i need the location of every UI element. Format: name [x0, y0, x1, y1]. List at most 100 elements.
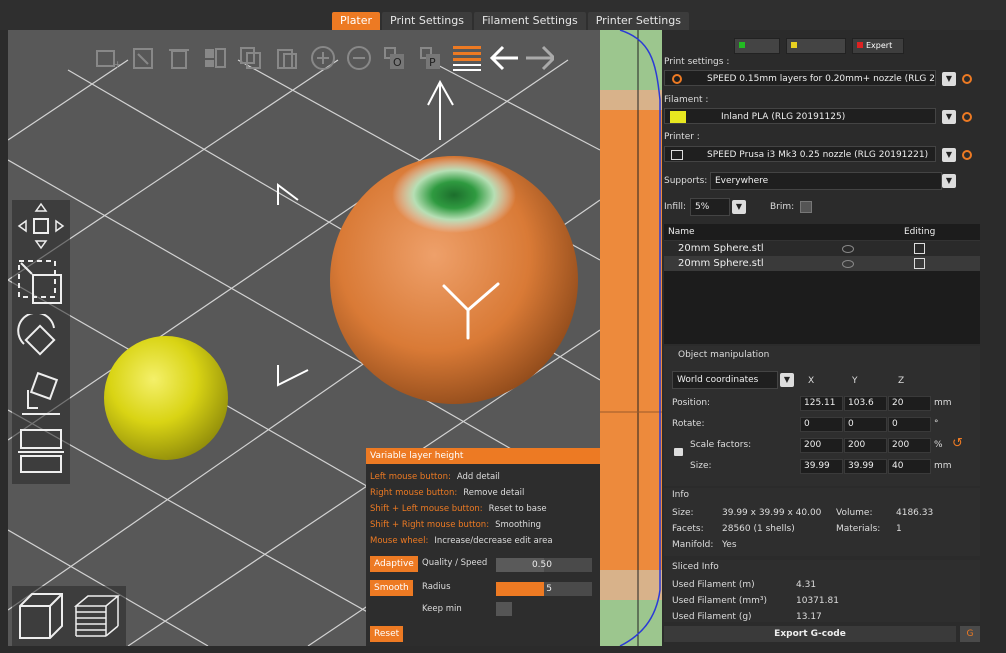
print-settings-gear-icon: [672, 74, 682, 84]
position-y-input[interactable]: 103.6: [844, 396, 887, 411]
size-label: Size:: [690, 461, 712, 471]
chevron-down-icon[interactable]: ▼: [942, 72, 956, 86]
brim-label: Brim:: [770, 202, 795, 212]
undo-icon[interactable]: [488, 43, 518, 73]
preview-layers-icon[interactable]: [72, 590, 122, 646]
layer-height-profile[interactable]: [600, 30, 662, 646]
yellow-sphere[interactable]: [104, 336, 228, 460]
edit-icon[interactable]: [914, 243, 925, 254]
mode-expert-button[interactable]: Expert: [852, 38, 904, 54]
gizmo-toolbar: [12, 200, 70, 484]
axis-z-label: Z: [898, 376, 905, 386]
scale-y-input[interactable]: 200: [844, 438, 887, 453]
copy-icon[interactable]: [236, 43, 266, 73]
move-icon[interactable]: [16, 202, 66, 252]
axis-x-label: X: [808, 376, 815, 386]
chevron-down-icon[interactable]: ▼: [942, 148, 956, 162]
split-objects-icon[interactable]: O: [380, 43, 410, 73]
radius-label: Radius: [422, 582, 451, 592]
info-volume-value: 4186.33: [896, 508, 934, 518]
quality-slider[interactable]: 0.50: [496, 558, 592, 572]
info-materials-label: Materials:: [836, 524, 881, 534]
layers-editing-icon[interactable]: [452, 43, 482, 73]
quality-label: Quality / Speed: [422, 558, 488, 568]
arrange-icon[interactable]: [200, 43, 230, 73]
top-toolbar: + O P: [92, 36, 572, 80]
vlh-title: Variable layer height: [366, 448, 600, 464]
3d-view-icon[interactable]: [16, 590, 66, 646]
eye-icon[interactable]: [842, 260, 854, 268]
object-list: Name Editing 20mm Sphere.stl 20mm Sphere.…: [664, 224, 980, 344]
sliced-row-value: 4.31: [796, 580, 817, 590]
cut-icon[interactable]: [16, 426, 66, 476]
gear-icon[interactable]: [962, 74, 972, 84]
chevron-down-icon[interactable]: ▼: [780, 373, 794, 387]
delete-all-icon[interactable]: [164, 43, 194, 73]
vlh-hint: Mouse wheel: Increase/decrease edit area: [370, 536, 553, 546]
place-on-face-icon[interactable]: [16, 370, 66, 420]
redo-icon[interactable]: [524, 43, 554, 73]
lock-icon[interactable]: [674, 448, 683, 456]
position-x-input[interactable]: 125.11: [800, 396, 843, 411]
send-gcode-button[interactable]: G: [960, 626, 980, 642]
brim-checkbox[interactable]: [800, 201, 812, 213]
rotate-z-input[interactable]: 0: [888, 417, 931, 432]
scale-x-input[interactable]: 200: [800, 438, 843, 453]
rotate-icon[interactable]: [16, 311, 66, 364]
print-settings-combo[interactable]: SPEED 0.15mm layers for 0.20mm+ nozzle (…: [664, 70, 936, 86]
list-item[interactable]: 20mm Sphere.stl: [664, 256, 980, 271]
eye-icon[interactable]: [842, 245, 854, 253]
chevron-down-icon[interactable]: ▼: [942, 174, 956, 188]
edit-icon[interactable]: [914, 258, 925, 269]
svg-text:P: P: [429, 56, 436, 69]
filament-combo[interactable]: Inland PLA (RLG 20191125): [664, 108, 936, 124]
chevron-down-icon[interactable]: ▼: [732, 200, 746, 214]
scale-z-input[interactable]: 200: [888, 438, 931, 453]
svg-text:+: +: [113, 58, 120, 70]
infill-combo[interactable]: 5%: [690, 198, 730, 216]
rotate-y-input[interactable]: 0: [844, 417, 887, 432]
printer-combo[interactable]: SPEED Prusa i3 Mk3 0.25 nozzle (RLG 2019…: [664, 146, 936, 162]
mode-advanced-button[interactable]: [786, 38, 846, 54]
size-y-input[interactable]: 39.99: [844, 459, 887, 474]
3d-viewport[interactable]: + O P Variable layer height Left mouse b…: [8, 30, 600, 646]
tab-printer-settings[interactable]: Printer Settings: [587, 12, 689, 30]
list-item[interactable]: 20mm Sphere.stl: [664, 241, 980, 256]
radius-slider[interactable]: 5: [496, 582, 592, 596]
object-manipulation: Object manipulation World coordinates ▼ …: [664, 346, 980, 486]
split-parts-icon[interactable]: P: [416, 43, 446, 73]
paste-icon[interactable]: [272, 43, 302, 73]
keep-min-label: Keep min: [422, 604, 462, 614]
size-z-input[interactable]: 40: [888, 459, 931, 474]
position-z-input[interactable]: 20: [888, 396, 931, 411]
gear-icon[interactable]: [962, 112, 972, 122]
delete-icon[interactable]: [128, 43, 158, 73]
add-instance-icon[interactable]: [308, 43, 338, 73]
reset-scale-icon[interactable]: ↺: [952, 436, 963, 451]
reset-button[interactable]: Reset: [370, 626, 404, 642]
info-volume-label: Volume:: [836, 508, 873, 518]
smooth-button[interactable]: Smooth: [370, 580, 413, 596]
adaptive-button[interactable]: Adaptive: [370, 556, 418, 572]
keep-min-checkbox[interactable]: [496, 602, 512, 616]
size-x-input[interactable]: 39.99: [800, 459, 843, 474]
add-icon[interactable]: +: [92, 43, 122, 73]
chevron-down-icon[interactable]: ▼: [942, 110, 956, 124]
tab-print-settings[interactable]: Print Settings: [382, 12, 472, 30]
remove-instance-icon[interactable]: [344, 43, 374, 73]
scale-icon[interactable]: [16, 258, 66, 308]
sliced-row-label: Used Filament (m): [672, 580, 755, 590]
rotate-x-input[interactable]: 0: [800, 417, 843, 432]
tab-plater[interactable]: Plater: [332, 12, 381, 30]
export-gcode-button[interactable]: Export G-code: [664, 626, 956, 642]
supports-combo[interactable]: Everywhere: [710, 172, 942, 190]
sliced-info-title: Sliced Info: [672, 562, 719, 572]
info-manifold-value: Yes: [722, 540, 737, 550]
info-section: Info Size: 39.99 x 39.99 x 40.00 Volume:…: [664, 488, 980, 556]
info-manifold-label: Manifold:: [672, 540, 714, 550]
mode-simple-button[interactable]: [734, 38, 780, 54]
coordinates-combo[interactable]: World coordinates: [672, 371, 778, 389]
tab-filament-settings[interactable]: Filament Settings: [473, 12, 586, 30]
gear-icon[interactable]: [962, 150, 972, 160]
vlh-hint: Left mouse button: Add detail: [370, 472, 500, 482]
